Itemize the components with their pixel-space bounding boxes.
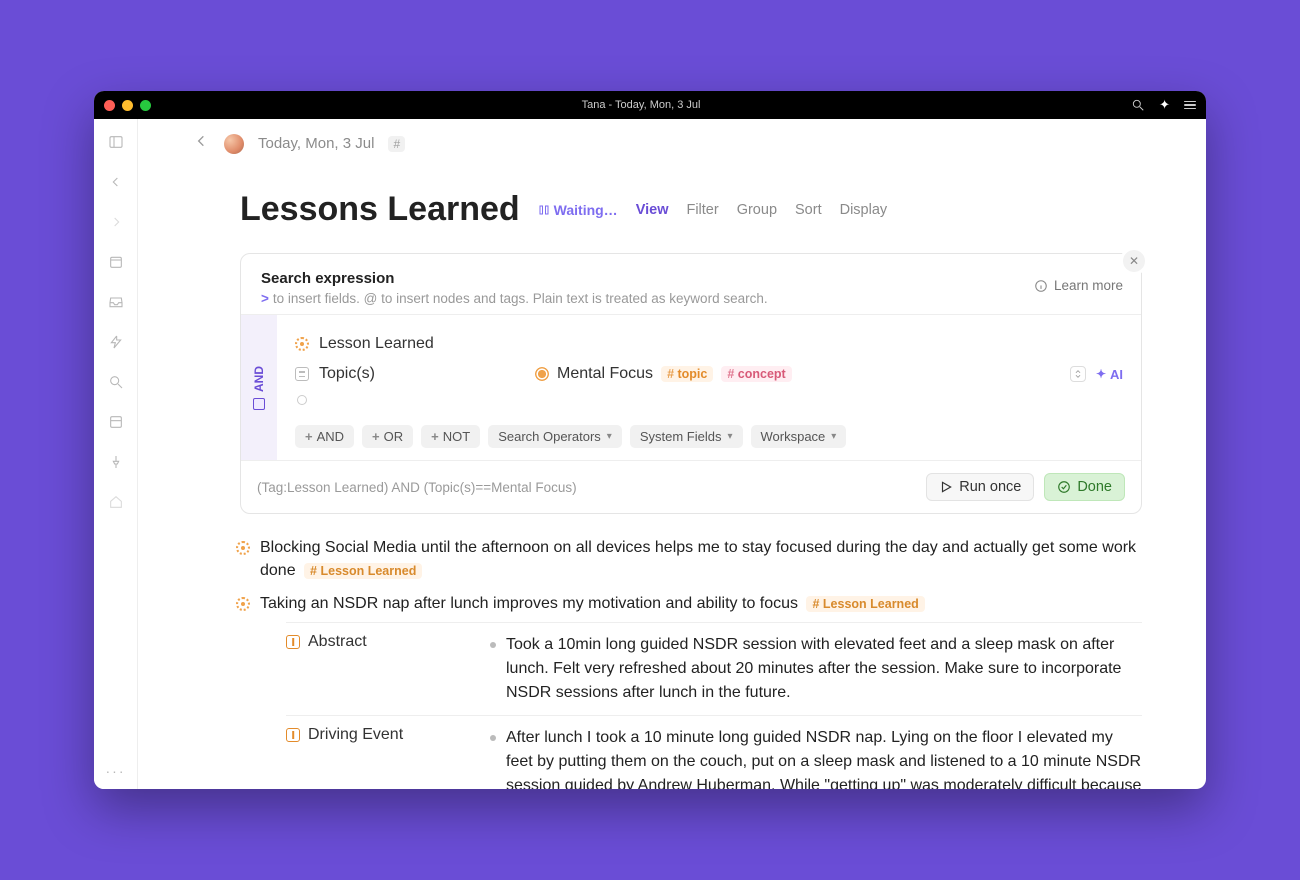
search-expression-panel: ✕ Search expression Learn more >to inser… xyxy=(240,253,1142,514)
node-bullet-icon xyxy=(236,597,250,611)
view-tabs: View Filter Group Sort Display xyxy=(636,202,887,218)
main-content: Today, Mon, 3 Jul # Lessons Learned Wait… xyxy=(138,119,1206,789)
nav-forward-icon[interactable] xyxy=(107,213,125,231)
breadcrumb-hash[interactable]: # xyxy=(388,136,405,152)
bullet-icon xyxy=(490,735,496,741)
chip-workspace[interactable]: Workspace▾ xyxy=(751,425,847,448)
window-controls xyxy=(104,100,151,111)
chip-system-fields[interactable]: System Fields▾ xyxy=(630,425,743,448)
breadcrumb-label[interactable]: Today, Mon, 3 Jul xyxy=(258,135,374,152)
bullet-icon xyxy=(490,642,496,648)
run-once-button[interactable]: Run once xyxy=(926,473,1034,501)
nav-back-icon[interactable] xyxy=(107,173,125,191)
tab-display[interactable]: Display xyxy=(840,202,888,218)
field-row-abstract: Abstract Took a 10min long guided NSDR s… xyxy=(286,622,1142,715)
avatar xyxy=(224,134,244,154)
panel-title: Search expression xyxy=(261,270,1121,287)
minimize-window-button[interactable] xyxy=(122,100,133,111)
learn-more-link[interactable]: Learn more xyxy=(1034,278,1123,293)
chip-and[interactable]: +AND xyxy=(295,425,354,448)
ai-button[interactable]: ✦AI xyxy=(1096,367,1123,382)
field-key: Abstract xyxy=(308,633,367,651)
field-icon xyxy=(286,728,300,742)
expression-tag-value: Lesson Learned xyxy=(319,335,434,353)
close-icon[interactable]: ✕ xyxy=(1123,250,1145,272)
result-item[interactable]: Blocking Social Media until the afternoo… xyxy=(236,536,1142,582)
more-icon[interactable]: ··· xyxy=(106,763,126,779)
tag-concept[interactable]: concept xyxy=(721,366,791,382)
breadcrumb: Today, Mon, 3 Jul # xyxy=(138,133,1206,160)
node-bullet-icon xyxy=(236,541,250,555)
node-bullet-icon xyxy=(295,337,309,351)
tab-sort[interactable]: Sort xyxy=(795,202,822,218)
field-icon xyxy=(286,635,300,649)
search-icon[interactable] xyxy=(1131,98,1145,112)
tab-view[interactable]: View xyxy=(636,202,669,218)
results-list: Blocking Social Media until the afternoo… xyxy=(138,514,1206,789)
expression-field-name: Topic(s) xyxy=(319,365,375,383)
done-button[interactable]: Done xyxy=(1044,473,1125,501)
page-title: Lessons Learned xyxy=(240,190,520,229)
chip-not[interactable]: +NOT xyxy=(421,425,480,448)
and-gutter-icon xyxy=(253,398,265,410)
field-value[interactable]: After lunch I took a 10 minute long guid… xyxy=(506,726,1142,789)
and-gutter-label: AND xyxy=(252,366,266,392)
node-bullet-icon xyxy=(535,367,549,381)
tab-group[interactable]: Group xyxy=(737,202,777,218)
expression-row-tag[interactable]: Lesson Learned xyxy=(295,329,1123,359)
view-status[interactable]: Waiting… xyxy=(538,202,618,218)
expand-icon[interactable] xyxy=(1070,366,1086,382)
pin-icon[interactable] xyxy=(107,453,125,471)
expression-row-field[interactable]: Topic(s) Mental Focus topic concept ✦AI xyxy=(295,359,1123,389)
inbox-icon[interactable] xyxy=(107,293,125,311)
field-row-driving-event: Driving Event After lunch I took a 10 mi… xyxy=(286,715,1142,789)
expression-row-empty[interactable] xyxy=(295,389,1123,411)
operator-chips: +AND +OR +NOT Search Operators▾ System F… xyxy=(295,425,1123,448)
library-icon[interactable] xyxy=(107,413,125,431)
empty-bullet-icon xyxy=(297,395,307,405)
search-sidebar-icon[interactable] xyxy=(107,373,125,391)
panel-toggle-icon[interactable] xyxy=(107,133,125,151)
left-sidebar: ··· xyxy=(94,119,138,789)
chip-search-operators[interactable]: Search Operators▾ xyxy=(488,425,622,448)
chip-or[interactable]: +OR xyxy=(362,425,413,448)
result-item[interactable]: Taking an NSDR nap after lunch improves … xyxy=(236,592,1142,789)
and-gutter: AND xyxy=(241,315,277,460)
titlebar-right: ✦ xyxy=(1131,97,1196,113)
field-key: Driving Event xyxy=(308,726,403,744)
today-icon[interactable] xyxy=(107,253,125,271)
tag-lesson-learned[interactable]: Lesson Learned xyxy=(806,596,924,612)
field-icon xyxy=(295,367,309,381)
close-window-button[interactable] xyxy=(104,100,115,111)
expression-field-value: Mental Focus xyxy=(557,365,653,383)
tag-topic[interactable]: topic xyxy=(661,366,713,382)
bolt-icon[interactable] xyxy=(107,333,125,351)
result-text: Taking an NSDR nap after lunch improves … xyxy=(260,595,798,612)
menu-icon[interactable] xyxy=(1184,101,1196,110)
maximize-window-button[interactable] xyxy=(140,100,151,111)
tab-filter[interactable]: Filter xyxy=(686,202,718,218)
app-window: Tana - Today, Mon, 3 Jul ✦ ··· xyxy=(94,91,1206,789)
back-button[interactable] xyxy=(194,133,210,154)
panel-hint: >to insert fields. @ to insert nodes and… xyxy=(261,291,1121,306)
window-title: Tana - Today, Mon, 3 Jul xyxy=(151,99,1131,111)
field-value[interactable]: Took a 10min long guided NSDR session wi… xyxy=(506,633,1142,705)
query-string: (Tag:Lesson Learned) AND (Topic(s)==Ment… xyxy=(257,480,577,495)
titlebar: Tana - Today, Mon, 3 Jul ✦ xyxy=(94,91,1206,119)
tag-lesson-learned[interactable]: Lesson Learned xyxy=(304,563,422,579)
home-icon[interactable] xyxy=(107,493,125,511)
extensions-icon[interactable]: ✦ xyxy=(1159,97,1170,113)
